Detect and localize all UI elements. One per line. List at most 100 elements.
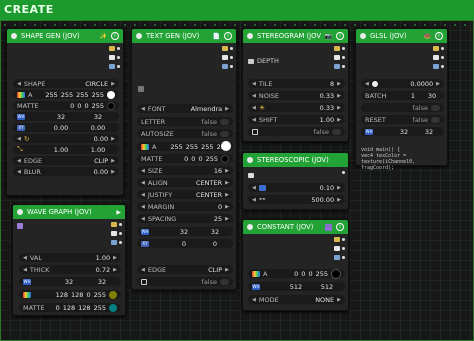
shift-slider[interactable]: ◀ SHIFT 1.00 ▶ [248, 115, 345, 124]
matte-swatch[interactable] [107, 101, 115, 110]
arrow-left-icon[interactable]: ◀ [141, 216, 145, 222]
edge-select[interactable]: ◀ EDGE CLIP ▶ [137, 265, 233, 274]
x-value[interactable]: 0 [170, 240, 198, 248]
collapse-dot-icon[interactable] [136, 33, 142, 39]
collapse-dot-icon[interactable] [247, 224, 253, 230]
socket-dot[interactable] [441, 47, 444, 50]
focal-slider[interactable]: ◀ 👓 500.00 ▶ [248, 195, 345, 204]
arrow-right-icon[interactable]: ▶ [111, 81, 115, 87]
height-value[interactable]: 32 [201, 228, 229, 236]
gamma-slider[interactable]: ◀ ☀ 0.33 ▶ [248, 103, 345, 112]
rgba-input[interactable]: 128 128 0 255 [19, 290, 121, 299]
collapse-dot-icon[interactable] [247, 157, 253, 163]
shader-code-editor[interactable]: void main() { vec4 texColor = texture(iC… [361, 147, 447, 171]
arrow-right-icon[interactable]: ▶ [111, 158, 115, 164]
font-select[interactable]: ◀ FONT Almendra ▶ [137, 104, 233, 113]
height-value[interactable]: 32 [418, 128, 440, 136]
socket-dot[interactable] [230, 56, 233, 59]
height-value[interactable]: 512 [313, 283, 341, 291]
arrow-left-icon[interactable]: ◀ [141, 180, 145, 186]
justify-select[interactable]: ◀ JUSTIFY CENTER ▶ [137, 190, 233, 199]
info-icon[interactable]: i [224, 32, 232, 40]
collapse-dot-icon[interactable] [360, 33, 366, 39]
rgba-g[interactable]: 0 [301, 270, 305, 278]
socket-dot[interactable] [342, 171, 345, 174]
arrow-left-icon[interactable]: ◀ [252, 81, 256, 87]
size-x[interactable]: 1.00 [44, 146, 78, 154]
matte-swatch[interactable] [109, 303, 117, 312]
time-slider[interactable]: ◀ 0.0000 ▶ [361, 79, 444, 88]
stereoscopic-header[interactable]: STEREOSCOPIC (JOV) [243, 153, 348, 167]
arrow-left-icon[interactable]: ◀ [17, 158, 21, 164]
rgba-b[interactable]: 255 [201, 143, 213, 151]
arrow-left-icon[interactable]: ◀ [252, 197, 256, 203]
rgba-b[interactable]: 0 [308, 270, 312, 278]
rgba-r[interactable]: 255 [45, 91, 57, 99]
socket-dot[interactable] [119, 223, 122, 226]
arrow-left-icon[interactable]: ◀ [365, 81, 369, 87]
arrow-right-icon[interactable]: ▶ [337, 93, 341, 99]
socket-dot[interactable] [342, 56, 345, 59]
invert-toggle[interactable]: false [248, 127, 345, 136]
rgba-r[interactable]: 255 [170, 143, 182, 151]
output-rgb[interactable] [334, 245, 345, 252]
arrow-left-icon[interactable]: ◀ [23, 267, 27, 273]
socket-dot[interactable] [230, 65, 233, 68]
blur-slider[interactable]: ◀ BLUR 0.00 ▶ [13, 167, 119, 176]
wh-input[interactable]: WH 32 32 [361, 127, 444, 136]
socket-dot[interactable] [342, 247, 345, 250]
toggle-switch[interactable] [220, 118, 229, 125]
output-mask[interactable] [334, 254, 345, 261]
mode-select[interactable]: ◀ MODE NONE ▶ [248, 295, 345, 304]
size-y[interactable]: 1.00 [81, 146, 115, 154]
output-image[interactable] [111, 221, 122, 228]
text-gen-header[interactable]: TEXT GEN (JOV) 📄 i [132, 29, 236, 43]
arrow-left-icon[interactable]: ◀ [17, 81, 21, 87]
height-value[interactable]: 32 [81, 113, 115, 121]
matte-g[interactable]: 0 [191, 155, 195, 163]
rgba-g[interactable]: 255 [61, 91, 73, 99]
matte-b[interactable]: 128 [78, 304, 90, 312]
toggle-switch[interactable] [332, 128, 341, 135]
info-icon[interactable]: i [336, 32, 344, 40]
wh-input[interactable]: WH 32 32 [19, 277, 121, 286]
width-value[interactable]: 32 [44, 113, 78, 121]
wh-input[interactable]: WH 32 32 [13, 112, 119, 121]
align-select[interactable]: ◀ ALIGN CENTER ▶ [137, 178, 233, 187]
output-rgb[interactable] [111, 230, 122, 237]
rgba-a[interactable]: 255 [94, 291, 106, 299]
shape-gen-header[interactable]: SHAPE GEN (JOV) ✨ i [7, 29, 123, 43]
glsl-node[interactable]: GLSL (JOV) 🍩 i ◀ 0.0000 ▶ BATCH 1 30 false R… [355, 28, 448, 171]
arrow-left-icon[interactable]: ◀ [141, 168, 145, 174]
glsl-header[interactable]: GLSL (JOV) 🍩 i [356, 29, 447, 43]
arrow-right-icon[interactable]: ▶ [111, 136, 115, 142]
rgba-a[interactable]: 255 [92, 91, 104, 99]
tile-slider[interactable]: ◀ TILE 8 ▶ [248, 79, 345, 88]
size-slider[interactable]: ◀ SIZE 16 ▶ [137, 166, 233, 175]
matte-r[interactable]: 0 [56, 304, 60, 312]
info-icon[interactable]: i [435, 32, 443, 40]
arrow-left-icon[interactable]: ◀ [252, 93, 256, 99]
rgba-input[interactable]: A255255255255 [137, 142, 233, 151]
arrow-right-icon[interactable]: ▶ [225, 180, 229, 186]
wh-input[interactable]: WH 32 32 [137, 227, 233, 236]
collapse-dot-icon[interactable] [247, 33, 253, 39]
size-input[interactable]: ⤡ 1.00 1.00 [13, 145, 119, 154]
rgba-r[interactable]: 128 [56, 291, 68, 299]
output-image[interactable] [334, 45, 345, 52]
arrow-left-icon[interactable]: ◀ [17, 136, 21, 142]
height-value[interactable]: 32 [87, 278, 117, 286]
output-rgb[interactable] [109, 54, 120, 61]
xy-input[interactable]: XY 0 0 [137, 239, 233, 248]
arrow-left-icon[interactable]: ◀ [23, 255, 27, 261]
arrow-left-icon[interactable]: ◀ [141, 106, 145, 112]
wait-toggle[interactable]: false [361, 103, 444, 112]
interocular-slider[interactable]: ◀ 0.10 ▶ [248, 183, 345, 192]
arrow-right-icon[interactable]: ▶ [337, 81, 341, 87]
text-input-icon[interactable] [138, 86, 144, 92]
matte-input[interactable]: MATTE 0 0 0 255 [13, 101, 119, 110]
color-swatch[interactable] [109, 290, 117, 299]
output-rgb[interactable] [334, 54, 345, 61]
width-value[interactable]: 32 [54, 278, 84, 286]
socket-dot[interactable] [117, 65, 120, 68]
